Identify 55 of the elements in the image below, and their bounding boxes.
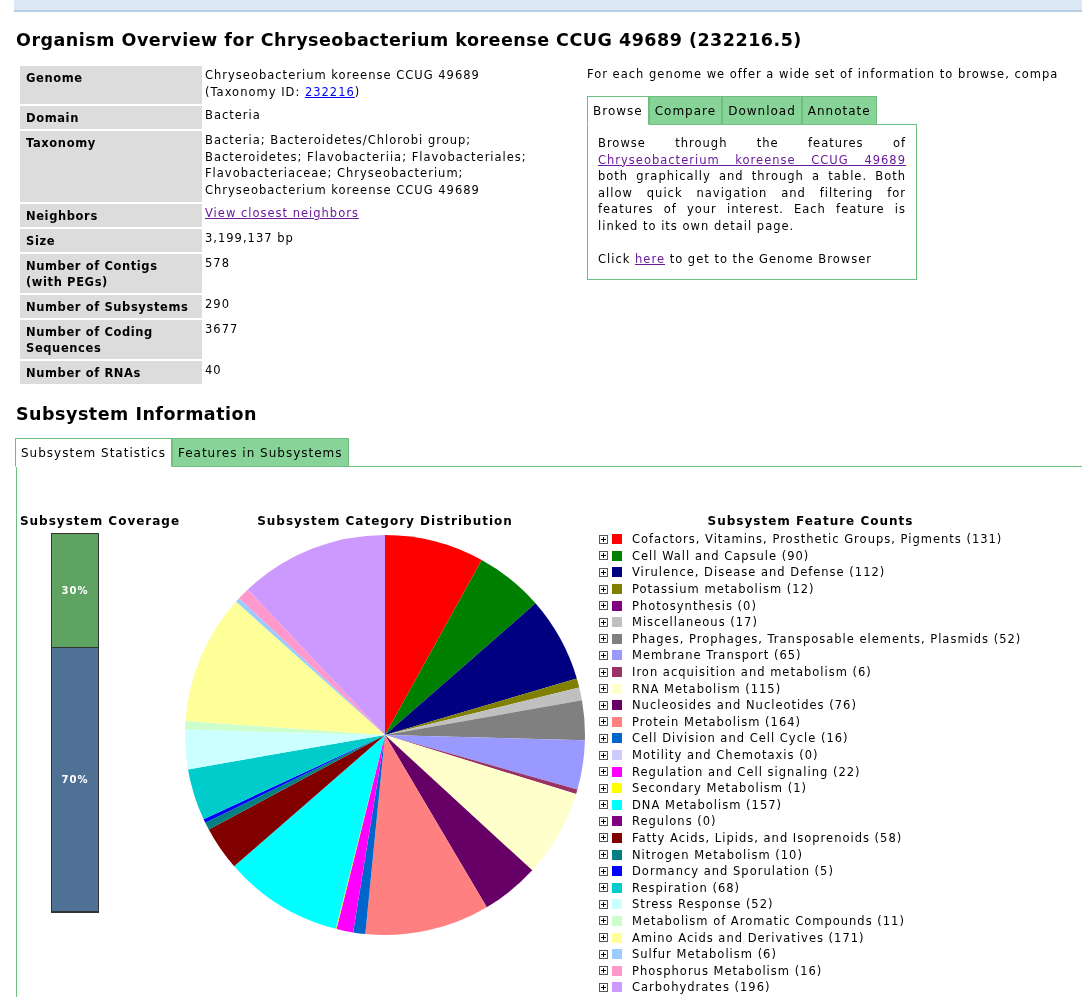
section-title: Subsystem Information xyxy=(16,404,259,424)
row-value: 290 xyxy=(205,296,231,313)
row-label: Neighbors xyxy=(20,204,202,227)
row-value: 3,199,137 bp xyxy=(205,230,295,247)
legend-label: Dormancy and Sporulation (5) xyxy=(632,864,834,879)
legend-label: Protein Metabolism (164) xyxy=(632,714,802,729)
legend-label: Phosphorus Metabolism (16) xyxy=(632,963,823,978)
row-label: Size xyxy=(20,229,202,252)
row-value: 3677 xyxy=(205,321,240,338)
legend-label: Fatty Acids, Lipids, and Isoprenoids (58) xyxy=(632,831,903,845)
legend-label: Secondary Metabolism (1) xyxy=(632,781,807,796)
legend-label: Carbohydrates (196) xyxy=(632,980,771,995)
row-value: 40 xyxy=(205,362,223,379)
legend-label: Respiration (68) xyxy=(632,880,741,895)
legend-label: Cell Division and Cell Cycle (16) xyxy=(632,731,849,746)
page-title: Organism Overview for Chryseobacterium koreense CCUG 49689 (232216.5) xyxy=(16,30,803,50)
row-value: 578 xyxy=(205,255,231,272)
legend-label: Regulons (0) xyxy=(632,814,717,829)
legend-label: Metabolism of Aromatic Compounds (11) xyxy=(632,913,905,928)
legend-label: Iron acquisition and metabolism (6) xyxy=(632,665,872,680)
legend-label: Cell Wall and Capsule (90) xyxy=(632,548,810,563)
legend-label: Phages, Prophages, Transposable elements, Plasmids (52) xyxy=(632,631,1022,646)
legend-label: Miscellaneous (17) xyxy=(632,615,758,630)
row-label: Number of Coding Sequences xyxy=(20,320,202,359)
legend-label: Membrane Transport (65) xyxy=(632,648,802,663)
intro-text: For each genome we offer a wide set of information to browse, compa xyxy=(587,66,1059,82)
legend-label: Cofactors, Vitamins, Prosthetic Groups, Pigments (131) xyxy=(632,532,1003,547)
legend-label: Nucleosides and Nucleotides (76) xyxy=(632,698,857,713)
legend-label: Regulation and Cell signaling (22) xyxy=(632,764,861,779)
genome-value: Chryseobacterium koreense CCUG 49689 (Taxonomy ID: 232216) xyxy=(205,67,481,101)
row-label: Number of Subsystems xyxy=(20,295,202,318)
legend-title: Subsystem Feature Counts xyxy=(707,513,914,529)
legend-label: Photosynthesis (0) xyxy=(632,598,757,613)
legend-label: Potassium metabolism (12) xyxy=(632,582,815,597)
row-label: Number of RNAs xyxy=(20,361,202,384)
legend-label: Sulfur Metabolism (6) xyxy=(632,947,777,962)
legend-label: DNA Metabolism (157) xyxy=(632,797,783,812)
browse-description: Browse through the features of Chryseobacterium koreense CCUG 49689 both graphically and through a table. Both allow quick navigation and filtering for features of your interest. Each feature is linked to its own detail page. xyxy=(598,135,906,235)
legend-label: Stress Response (52) xyxy=(632,897,774,912)
row-label: Number of Contigs (with PEGs) xyxy=(20,254,202,293)
row-value: Bacteria; Bacteroidetes/Chlorobi group; Bacteroidetes; Flavobacteriia; Flavobacteriales; Flavobacteriaceae; Chryseobacterium; Chryseobacterium koreense CCUG 49689 xyxy=(205,132,528,199)
legend-label: Amino Acids and Derivatives (171) xyxy=(632,930,865,945)
row-label: Genome xyxy=(20,66,202,104)
legend-label: Virulence, Disease and Defense (112) xyxy=(632,565,886,580)
row-label: Taxonomy xyxy=(20,131,202,202)
genome-browser-text: Click here to get to the Genome Browser xyxy=(598,250,873,268)
chart-title: Subsystem Category Distribution xyxy=(257,513,513,529)
coverage-title: Subsystem Coverage xyxy=(19,513,181,529)
row-value: Bacteria xyxy=(205,107,262,124)
legend-label: Nitrogen Metabolism (10) xyxy=(632,847,803,862)
legend-label: Motility and Chemotaxis (0) xyxy=(632,748,819,762)
row-label: Domain xyxy=(20,106,202,129)
percent-label: 30% xyxy=(61,584,89,596)
percent-label: 70% xyxy=(61,773,89,785)
legend-label: RNA Metabolism (115) xyxy=(632,681,782,696)
